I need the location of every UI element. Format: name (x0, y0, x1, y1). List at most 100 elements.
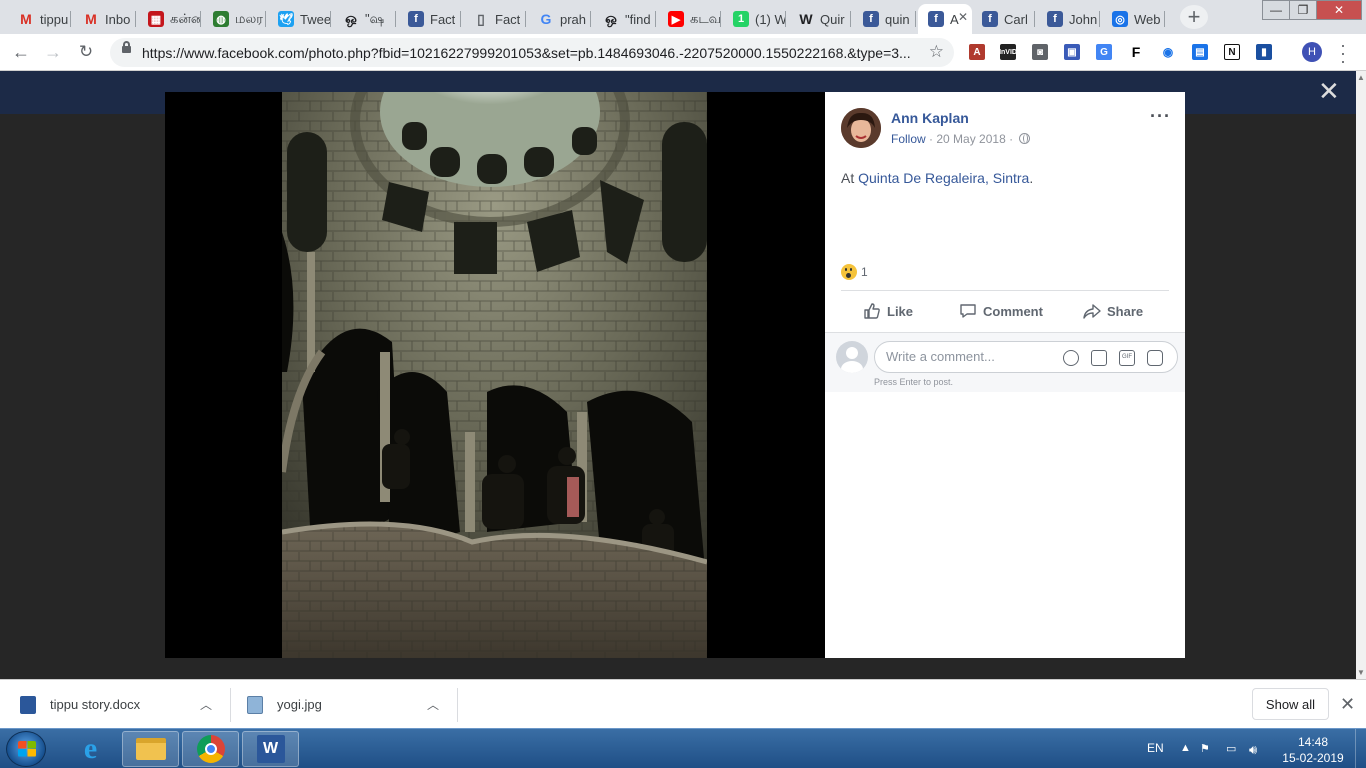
system-clock[interactable]: 14:48 15-02-2019 (1278, 734, 1348, 766)
browser-tab[interactable]: ஒ "find (593, 4, 656, 34)
tab-title: Quir (820, 11, 845, 27)
comment-composer: GIF Press Enter to post. (825, 332, 1185, 392)
tab-title: Web (1134, 11, 1161, 27)
divider (841, 290, 1169, 291)
facebook-icon: f (1047, 11, 1063, 27)
show-desktop-button[interactable] (1355, 729, 1366, 768)
circle-extension-icon[interactable]: ◉ (1160, 44, 1176, 60)
page-scrollbar[interactable]: ▲ ▼ (1356, 71, 1366, 679)
browser-tab[interactable]: ▶ கடவ (658, 4, 721, 34)
emoji-icon[interactable] (1063, 350, 1079, 366)
post-photo[interactable] (282, 92, 707, 658)
action-center-flag-icon[interactable]: ⚑ (1200, 742, 1210, 755)
divider (457, 688, 458, 722)
tab-title: கடவ (690, 10, 721, 26)
translate-extension-icon[interactable]: G (1096, 44, 1112, 60)
file-explorer-icon[interactable] (122, 731, 179, 767)
chevron-up-icon[interactable]: ︿ (427, 696, 439, 713)
browser-tab[interactable]: M Inbo (73, 4, 136, 34)
bookmark-extension-icon[interactable]: ▮ (1256, 44, 1272, 60)
news-icon: ▦ (148, 11, 164, 27)
chevron-up-icon[interactable]: ︿ (200, 696, 212, 713)
browser-tab[interactable]: f A ✕ (918, 4, 972, 34)
internet-explorer-icon[interactable]: e (62, 731, 119, 767)
chrome-menu-icon[interactable]: · · · (1338, 36, 1348, 70)
chrome-taskbar-icon[interactable] (182, 731, 239, 767)
comment-input[interactable] (886, 349, 1056, 364)
more-options-icon[interactable]: ··· (1150, 106, 1171, 127)
invid-extension-icon[interactable]: InVID (999, 44, 1017, 60)
gif-icon[interactable]: GIF (1119, 350, 1135, 366)
address-bar[interactable]: https://www.facebook.com/photo.php?fbid=… (110, 38, 954, 67)
clock-time: 14:48 (1297, 735, 1329, 749)
volume-icon[interactable]: 🔊︎ (1249, 742, 1257, 758)
camera-extension-icon[interactable]: ◙ (1032, 44, 1048, 60)
close-tab-icon[interactable]: ✕ (958, 10, 968, 24)
download-item[interactable]: yogi.jpg ︿ (247, 680, 447, 729)
n-extension-icon[interactable]: N (1224, 44, 1240, 60)
follow-link[interactable]: Follow (891, 132, 926, 146)
location-link[interactable]: Quinta De Regaleira, Sintra (858, 170, 1029, 186)
browser-tab[interactable]: Mtippu (8, 4, 71, 34)
pdf-extension-icon[interactable]: A (969, 44, 985, 60)
start-button[interactable] (6, 731, 46, 767)
browser-tab[interactable]: f John (1037, 4, 1100, 34)
sticker-icon[interactable] (1147, 350, 1163, 366)
camera-icon[interactable] (1091, 350, 1107, 366)
share-button[interactable]: Share (1083, 300, 1143, 322)
maximize-button[interactable]: ❐ (1289, 0, 1317, 20)
browser-tab-strip: Mtippu M Inbo ▦ கன்ன ◍ மலர 🕊︎ Twee ஒ "ஷ f Fact ▯ Fact G… (0, 0, 1366, 34)
author-avatar[interactable] (841, 108, 881, 148)
tab-title: prah (560, 11, 587, 27)
gmail-icon: M (85, 11, 97, 27)
thumbs-up-icon (864, 303, 880, 319)
close-window-button[interactable]: ✕ (1316, 0, 1362, 20)
url-text[interactable]: https://www.facebook.com/photo.php?fbid=… (142, 45, 917, 61)
user-avatar (836, 341, 868, 373)
reactions-summary[interactable]: 1 (841, 264, 868, 280)
word-taskbar-icon[interactable]: W (242, 731, 299, 767)
comment-button[interactable]: Comment (959, 300, 1043, 322)
browser-tab[interactable]: ◍ மலர (203, 4, 266, 34)
download-item[interactable]: tippu story.docx ︿ (20, 680, 220, 729)
browser-tab[interactable]: f quin (853, 4, 916, 34)
browser-toolbar: ← → ↻ https://www.facebook.com/photo.php… (0, 34, 1366, 71)
tab-title: tippu (40, 11, 69, 27)
f-extension-icon[interactable]: F (1128, 44, 1144, 60)
back-arrow-icon[interactable]: ← (10, 41, 32, 63)
like-label: Like (887, 303, 914, 319)
browser-tab[interactable]: ▦ கன்ன (138, 4, 201, 34)
close-photo-icon[interactable]: ✕ (1318, 78, 1340, 104)
browser-tab[interactable]: W Quir (788, 4, 851, 34)
reload-icon[interactable]: ↻ (75, 41, 97, 63)
browser-tab[interactable]: 🕊︎ Twee (268, 4, 331, 34)
new-tab-button[interactable]: + (1180, 4, 1208, 29)
screenshot-extension-icon[interactable]: ▤ (1192, 44, 1208, 60)
like-button[interactable]: Like (863, 300, 913, 322)
network-icon[interactable]: ▭ (1226, 742, 1236, 755)
meta-separator: · (1009, 132, 1014, 146)
browser-tab[interactable]: 1 (1) W (723, 4, 786, 34)
browser-tab[interactable]: ஒ "ஷ (333, 4, 396, 34)
close-shelf-icon[interactable]: ✕ (1340, 694, 1355, 715)
browser-tab[interactable]: ▯ Fact (463, 4, 526, 34)
browser-tab[interactable]: Gprah (528, 4, 591, 34)
forward-arrow-icon[interactable]: → (42, 41, 64, 63)
author-name[interactable]: Ann Kaplan (891, 110, 969, 126)
facebook-icon: f (982, 11, 998, 27)
comment-box[interactable]: GIF (874, 341, 1178, 373)
browser-tab[interactable]: ◎ Web (1102, 4, 1165, 34)
browser-tab[interactable]: f Carl (972, 4, 1035, 34)
caption-prefix: At (841, 170, 855, 186)
tray-expand-icon[interactable]: ▲ (1180, 742, 1191, 754)
bookmark-star-icon[interactable]: ☆ (929, 42, 944, 62)
profile-avatar[interactable]: H (1302, 42, 1322, 62)
minimize-button[interactable]: — (1262, 0, 1290, 20)
show-all-downloads-button[interactable]: Show all (1252, 688, 1329, 720)
language-indicator[interactable]: EN (1147, 741, 1164, 755)
browser-tab[interactable]: f Fact (398, 4, 461, 34)
post-date[interactable]: 20 May 2018 (936, 132, 1005, 146)
comment-label: Comment (983, 303, 1043, 319)
image-extension-icon[interactable]: ▣ (1064, 44, 1080, 60)
public-globe-icon[interactable] (1019, 133, 1031, 144)
